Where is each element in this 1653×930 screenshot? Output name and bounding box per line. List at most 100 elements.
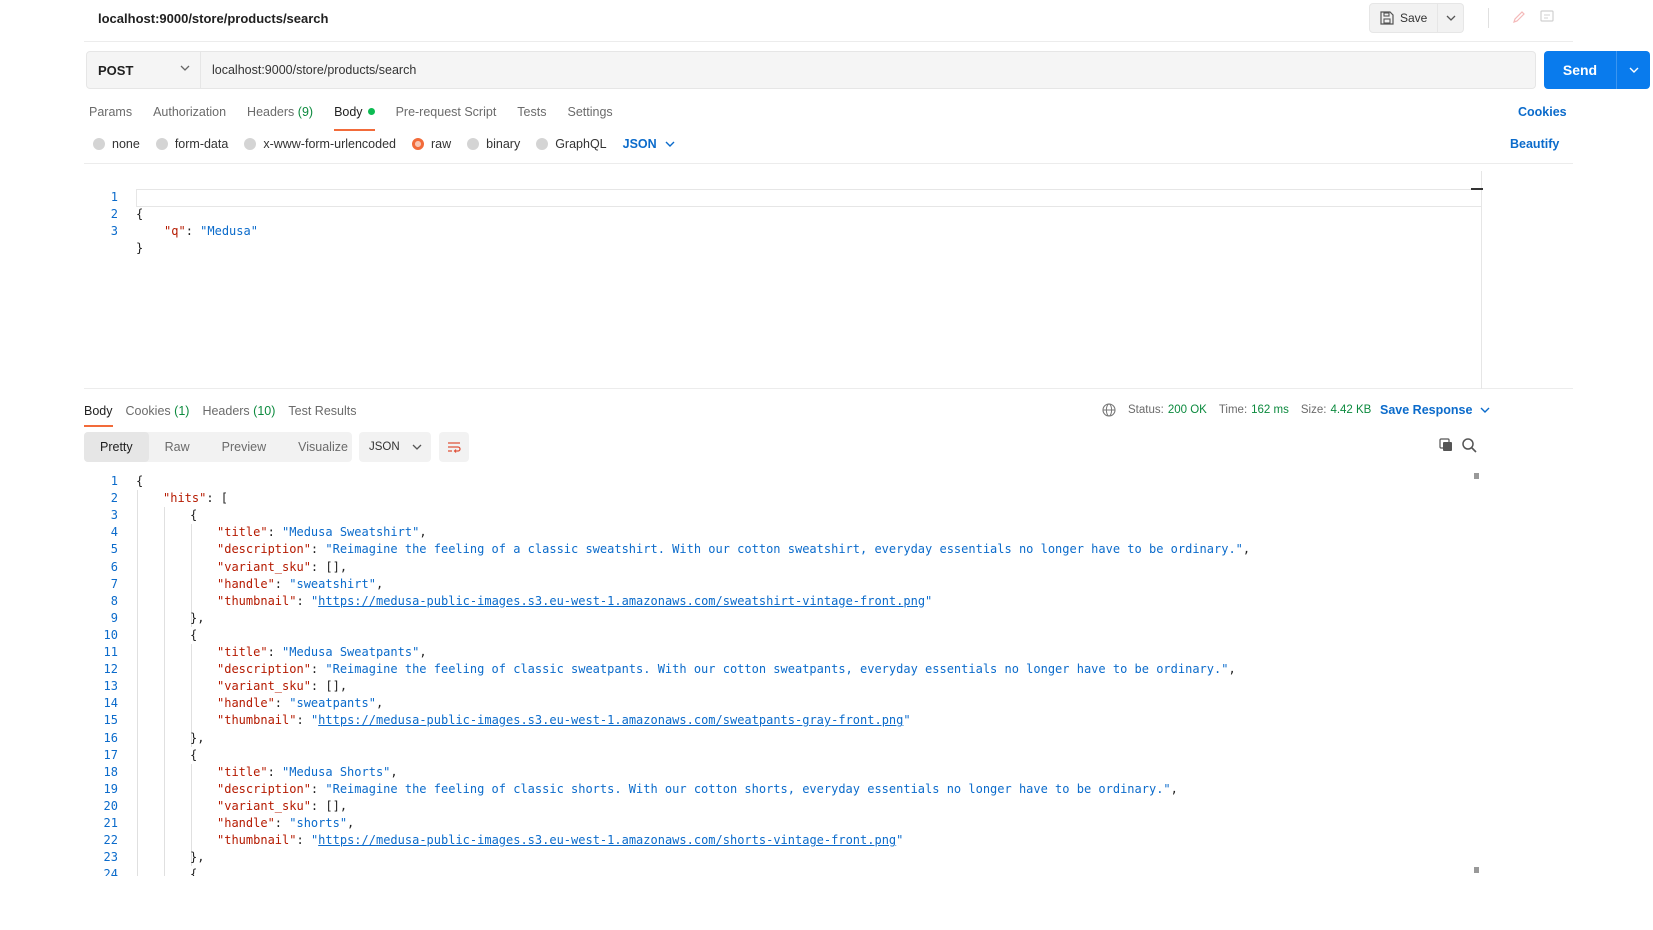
globe-icon[interactable]	[1102, 403, 1116, 417]
request-title[interactable]: localhost:9000/store/products/search	[98, 11, 328, 26]
code-line: 19 "description": "Reimagine the feeling …	[103, 781, 1178, 796]
code-line: 12 "description": "Reimagine the feeling …	[103, 662, 1236, 677]
code-line: 6 "variant_sku": [],	[110, 559, 348, 574]
code-line: 21 "handle": "shorts",	[103, 816, 355, 830]
cookies-link[interactable]: Cookies	[1518, 105, 1567, 119]
view-visualize[interactable]: Visualize	[282, 432, 364, 462]
code-line: 5 "description": "Reimagine the feeling o…	[110, 542, 1251, 557]
code-line: 16},	[103, 730, 205, 745]
response-body-viewer[interactable]: 1{ 2 "hits": [ 3{ 4 "title": "Medusa Sweatshi…	[84, 470, 1573, 876]
save-response-button[interactable]: Save Response	[1380, 403, 1490, 417]
radio-circle-checked	[412, 138, 424, 150]
chevron-down-icon	[412, 444, 422, 450]
response-tab-cookies[interactable]: Cookies (1)	[126, 404, 190, 426]
code-line: 13 "variant_sku": [],	[103, 679, 348, 694]
radio-circle	[155, 138, 168, 150]
method-label: POST	[98, 62, 134, 78]
response-tab-test-results[interactable]: Test Results	[288, 404, 356, 426]
wrap-lines-button[interactable]	[439, 432, 469, 462]
body-format-select[interactable]: JSON	[623, 137, 675, 151]
tab-tests[interactable]: Tests	[517, 105, 546, 129]
tab-settings[interactable]: Settings	[567, 105, 612, 129]
code-line: 17{	[103, 747, 198, 762]
thumbnail-link[interactable]: https://medusa-public-images.s3.eu-west-…	[318, 833, 896, 847]
save-button-group: Save	[1369, 3, 1465, 33]
thumbnail-link[interactable]: https://medusa-public-images.s3.eu-west-…	[318, 594, 925, 608]
tab-pre-request-script[interactable]: Pre-request Script	[396, 105, 497, 129]
save-options-button[interactable]	[1438, 3, 1465, 33]
save-button[interactable]: Save	[1369, 3, 1439, 33]
method-select[interactable]: POST	[86, 51, 201, 89]
chevron-down-icon	[1446, 15, 1456, 21]
status-value[interactable]: 200 OK	[1168, 404, 1207, 416]
size-label: Size:	[1300, 404, 1327, 416]
code-line: 15 "thumbnail": "https://medusa-public-im…	[103, 713, 911, 728]
headers-count: (9)	[297, 105, 314, 119]
response-format-select[interactable]: JSON	[359, 432, 431, 462]
response-meta: Status: 200 OK Time: 162 ms Size: 4.42 KB	[1102, 403, 1383, 417]
request-header-bar: localhost:9000/store/products/search Sav…	[84, 0, 1573, 42]
tab-headers[interactable]: Headers (9)	[247, 105, 313, 129]
code-line: 23},	[103, 850, 205, 865]
wrap-lines-icon	[448, 442, 461, 453]
send-button[interactable]: Send	[1544, 51, 1616, 89]
comment-icon[interactable]	[1538, 8, 1556, 26]
radio-circle	[93, 138, 105, 150]
edit-icon[interactable]	[1510, 8, 1528, 26]
chevron-down-icon	[1629, 67, 1638, 73]
copy-icon[interactable]	[1438, 437, 1454, 453]
status-label: Status:	[1128, 404, 1164, 416]
search-icon[interactable]	[1461, 437, 1477, 453]
code-line: 11 "title": "Medusa Sweatpants",	[103, 645, 427, 659]
code-line: 14 "handle": "sweatpants",	[103, 696, 384, 711]
code-line: 10{	[103, 627, 198, 642]
response-tab-headers[interactable]: Headers (10)	[202, 404, 275, 426]
code-line: 2 "hits": [	[110, 491, 229, 506]
postman-request-window: localhost:9000/store/products/search Sav…	[84, 0, 1650, 930]
beautify-button[interactable]: Beautify	[1510, 137, 1559, 151]
radio-graphql[interactable]: GraphQL	[536, 137, 607, 151]
response-tabs: Body Cookies (1) Headers (10) Test Resul…	[84, 404, 370, 427]
request-body-editor[interactable]: 1 { 2 "q": "Medusa" 3 }	[84, 163, 1573, 389]
save-label: Save	[1400, 11, 1428, 25]
radio-x-www-form-urlencoded[interactable]: x-www-form-urlencoded	[244, 137, 396, 151]
url-input[interactable]	[201, 51, 1536, 89]
view-raw[interactable]: Raw	[149, 432, 206, 462]
toolbar-divider	[1488, 8, 1489, 28]
code-line: 18 "title": "Medusa Shorts",	[103, 764, 398, 779]
code-line: 3 }	[110, 224, 144, 255]
code-line: 4 "title": "Medusa Sweatshirt",	[110, 525, 427, 540]
chevron-down-icon	[180, 65, 190, 71]
thumbnail-link[interactable]: https://medusa-public-images.s3.eu-west-…	[318, 713, 903, 727]
time-label: Time:	[1218, 404, 1248, 416]
code-line: 9},	[110, 610, 205, 625]
view-pretty[interactable]: Pretty	[84, 432, 149, 462]
tab-params[interactable]: Params	[89, 105, 132, 129]
code-line: 3{	[110, 508, 198, 523]
save-icon	[1380, 11, 1394, 25]
view-preview[interactable]: Preview	[206, 432, 282, 462]
time-value[interactable]: 162 ms	[1251, 404, 1289, 416]
radio-none[interactable]: none	[93, 137, 140, 151]
radio-circle	[244, 138, 257, 150]
code-line: 1 {	[110, 190, 144, 221]
body-indicator-dot	[367, 108, 375, 115]
tab-body[interactable]: Body	[334, 105, 375, 131]
code-line: 24{	[103, 867, 198, 876]
radio-circle	[536, 138, 549, 150]
code-line: 22 "thumbnail": "https://medusa-public-im…	[103, 833, 904, 848]
radio-raw[interactable]: raw	[412, 137, 451, 151]
code-line: 2 "q": "Medusa"	[110, 207, 258, 238]
request-tabs: Params Authorization Headers (9) Body Pr…	[89, 105, 634, 131]
radio-binary[interactable]: binary	[467, 137, 520, 151]
tab-authorization[interactable]: Authorization	[153, 105, 226, 129]
chevron-down-icon	[665, 141, 675, 147]
code-line: 1{	[110, 474, 144, 488]
send-options-button[interactable]	[1616, 51, 1650, 89]
code-line: 20 "variant_sku": [],	[103, 798, 348, 813]
radio-form-data[interactable]: form-data	[155, 137, 228, 151]
code-line: 8 "thumbnail": "https://medusa-public-ima…	[110, 593, 933, 608]
response-tab-body[interactable]: Body	[84, 404, 113, 427]
response-view-selector: Pretty Raw Preview Visualize	[84, 432, 352, 462]
size-value[interactable]: 4.42 KB	[1330, 404, 1371, 416]
